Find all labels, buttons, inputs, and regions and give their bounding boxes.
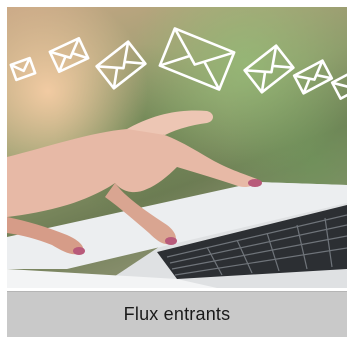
tile-caption-bar[interactable]: Flux entrants [7,291,347,337]
envelope-icon [243,44,295,94]
laptop-typing-photo [7,7,347,288]
envelope-icon [95,40,147,90]
tile-caption: Flux entrants [123,304,231,324]
envelope-icon [158,27,236,91]
incoming-flows-tile[interactable]: Flux entrants [0,0,354,344]
envelope-icon [330,70,347,100]
envelope-icon [9,56,37,82]
envelope-icon [292,59,334,95]
envelope-icon [48,36,90,74]
